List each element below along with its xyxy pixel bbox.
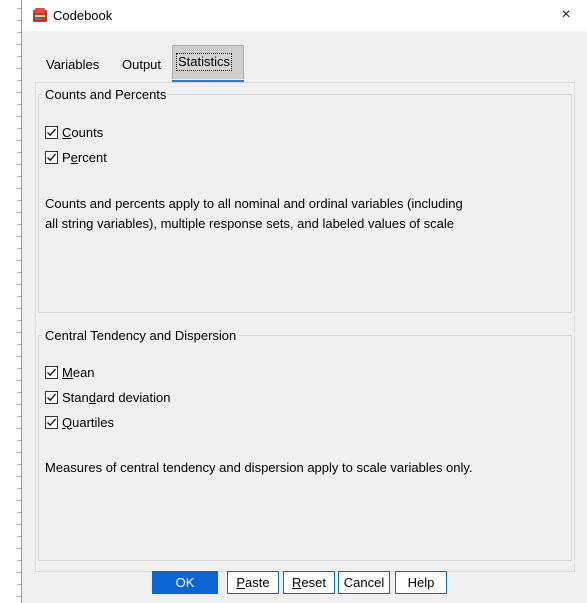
counts-label: Counts — [62, 124, 104, 140]
ruler-tick — [17, 140, 21, 141]
percent-checkbox[interactable] — [45, 150, 58, 164]
ruler-tick — [17, 20, 21, 21]
tab-output[interactable]: Output — [118, 53, 165, 77]
ruler-tick — [17, 512, 21, 513]
ruler-tick — [17, 428, 21, 429]
mean-checkbox[interactable] — [45, 365, 58, 379]
counts-percents-legend: Counts and Percents — [45, 87, 167, 102]
ruler-tick — [17, 188, 21, 189]
counts-checkbox-row[interactable]: Counts — [45, 123, 103, 141]
ruler-tick — [17, 104, 21, 105]
codebook-dialog: Codebook × Variables Output Statistics C… — [22, 0, 587, 603]
ruler-tick — [17, 560, 21, 561]
checkmark-icon — [47, 368, 56, 376]
checkmark-icon — [47, 128, 56, 136]
ruler-tick — [17, 572, 21, 573]
central-tendency-legend: Central Tendency and Dispersion — [45, 328, 237, 343]
ruler-tick — [17, 392, 21, 393]
ruler-tick — [17, 284, 21, 285]
ruler-tick — [17, 380, 21, 381]
ruler-tick — [17, 236, 21, 237]
ruler-strip — [0, 0, 22, 603]
ruler-tick — [17, 296, 21, 297]
ruler-tick — [17, 464, 21, 465]
counts-percents-group: Counts and Percents Counts Percent Count… — [38, 87, 572, 313]
ruler-tick — [17, 500, 21, 501]
checkmark-icon — [47, 418, 56, 426]
tab-statistics[interactable]: Statistics — [172, 45, 244, 79]
counts-note-line-1: Counts and percents apply to all nominal… — [45, 196, 463, 211]
ruler-tick — [17, 260, 21, 261]
quartiles-checkbox-row[interactable]: Quartiles — [45, 413, 114, 431]
ruler-tick — [17, 440, 21, 441]
ruler-tick — [17, 368, 21, 369]
ruler-tick — [17, 344, 21, 345]
mean-label: Mean — [62, 364, 95, 380]
ruler-tick — [17, 452, 21, 453]
ruler-tick — [17, 488, 21, 489]
ruler-tick — [17, 308, 21, 309]
ruler-tick — [17, 524, 21, 525]
ruler-tick — [17, 476, 21, 477]
ruler-tick — [17, 320, 21, 321]
counts-note: Counts and percents apply to all nominal… — [45, 194, 565, 234]
ruler-tick — [17, 416, 21, 417]
statistics-panel: Counts and Percents Counts Percent Count… — [35, 82, 575, 572]
checkmark-icon — [47, 153, 56, 161]
paste-button[interactable]: Paste — [227, 571, 279, 594]
ruler-tick — [17, 32, 21, 33]
std-dev-label: Standard deviation — [62, 389, 171, 405]
ruler-tick — [17, 224, 21, 225]
mean-checkbox-row[interactable]: Mean — [45, 363, 95, 381]
ok-button[interactable]: OK — [152, 571, 218, 594]
central-tendency-group: Central Tendency and Dispersion Mean Sta… — [38, 328, 572, 561]
ruler-tick — [17, 596, 21, 597]
codebook-app-icon — [33, 8, 47, 22]
tab-variables[interactable]: Variables — [42, 53, 103, 77]
ruler-tick — [17, 404, 21, 405]
title-bar: Codebook × — [22, 0, 587, 31]
quartiles-checkbox[interactable] — [45, 415, 58, 429]
ruler-tick — [17, 44, 21, 45]
ruler-tick — [17, 116, 21, 117]
std-dev-checkbox[interactable] — [45, 390, 58, 404]
percent-label: Percent — [62, 149, 107, 165]
ruler-tick — [17, 80, 21, 81]
ruler-tick — [17, 248, 21, 249]
ruler-tick — [17, 56, 21, 57]
window-title: Codebook — [53, 8, 113, 23]
help-button[interactable]: Help — [395, 571, 447, 594]
ruler-tick — [17, 8, 21, 9]
counts-checkbox[interactable] — [45, 125, 58, 139]
ruler-tick — [17, 356, 21, 357]
quartiles-label: Quartiles — [62, 414, 115, 430]
counts-note-line-2: all string variables), multiple response… — [45, 216, 454, 231]
ruler-tick — [17, 176, 21, 177]
percent-checkbox-row[interactable]: Percent — [45, 148, 107, 166]
close-icon[interactable]: × — [555, 5, 577, 25]
ruler-tick — [17, 128, 21, 129]
ruler-tick — [17, 152, 21, 153]
ruler-tick — [17, 200, 21, 201]
ruler-tick — [17, 68, 21, 69]
reset-button[interactable]: Reset — [283, 571, 335, 594]
std-dev-checkbox-row[interactable]: Standard deviation — [45, 388, 170, 406]
ruler-tick — [17, 536, 21, 537]
tab-statistics-label: Statistics — [176, 53, 233, 71]
ruler-tick — [17, 584, 21, 585]
ruler-tick — [17, 272, 21, 273]
checkmark-icon — [47, 393, 56, 401]
cancel-button[interactable]: Cancel — [338, 571, 390, 594]
ruler-tick — [17, 212, 21, 213]
ruler-tick — [17, 548, 21, 549]
ruler-tick — [17, 164, 21, 165]
ruler-tick — [17, 332, 21, 333]
central-tendency-note: Measures of central tendency and dispers… — [45, 460, 473, 475]
ruler-tick — [17, 92, 21, 93]
